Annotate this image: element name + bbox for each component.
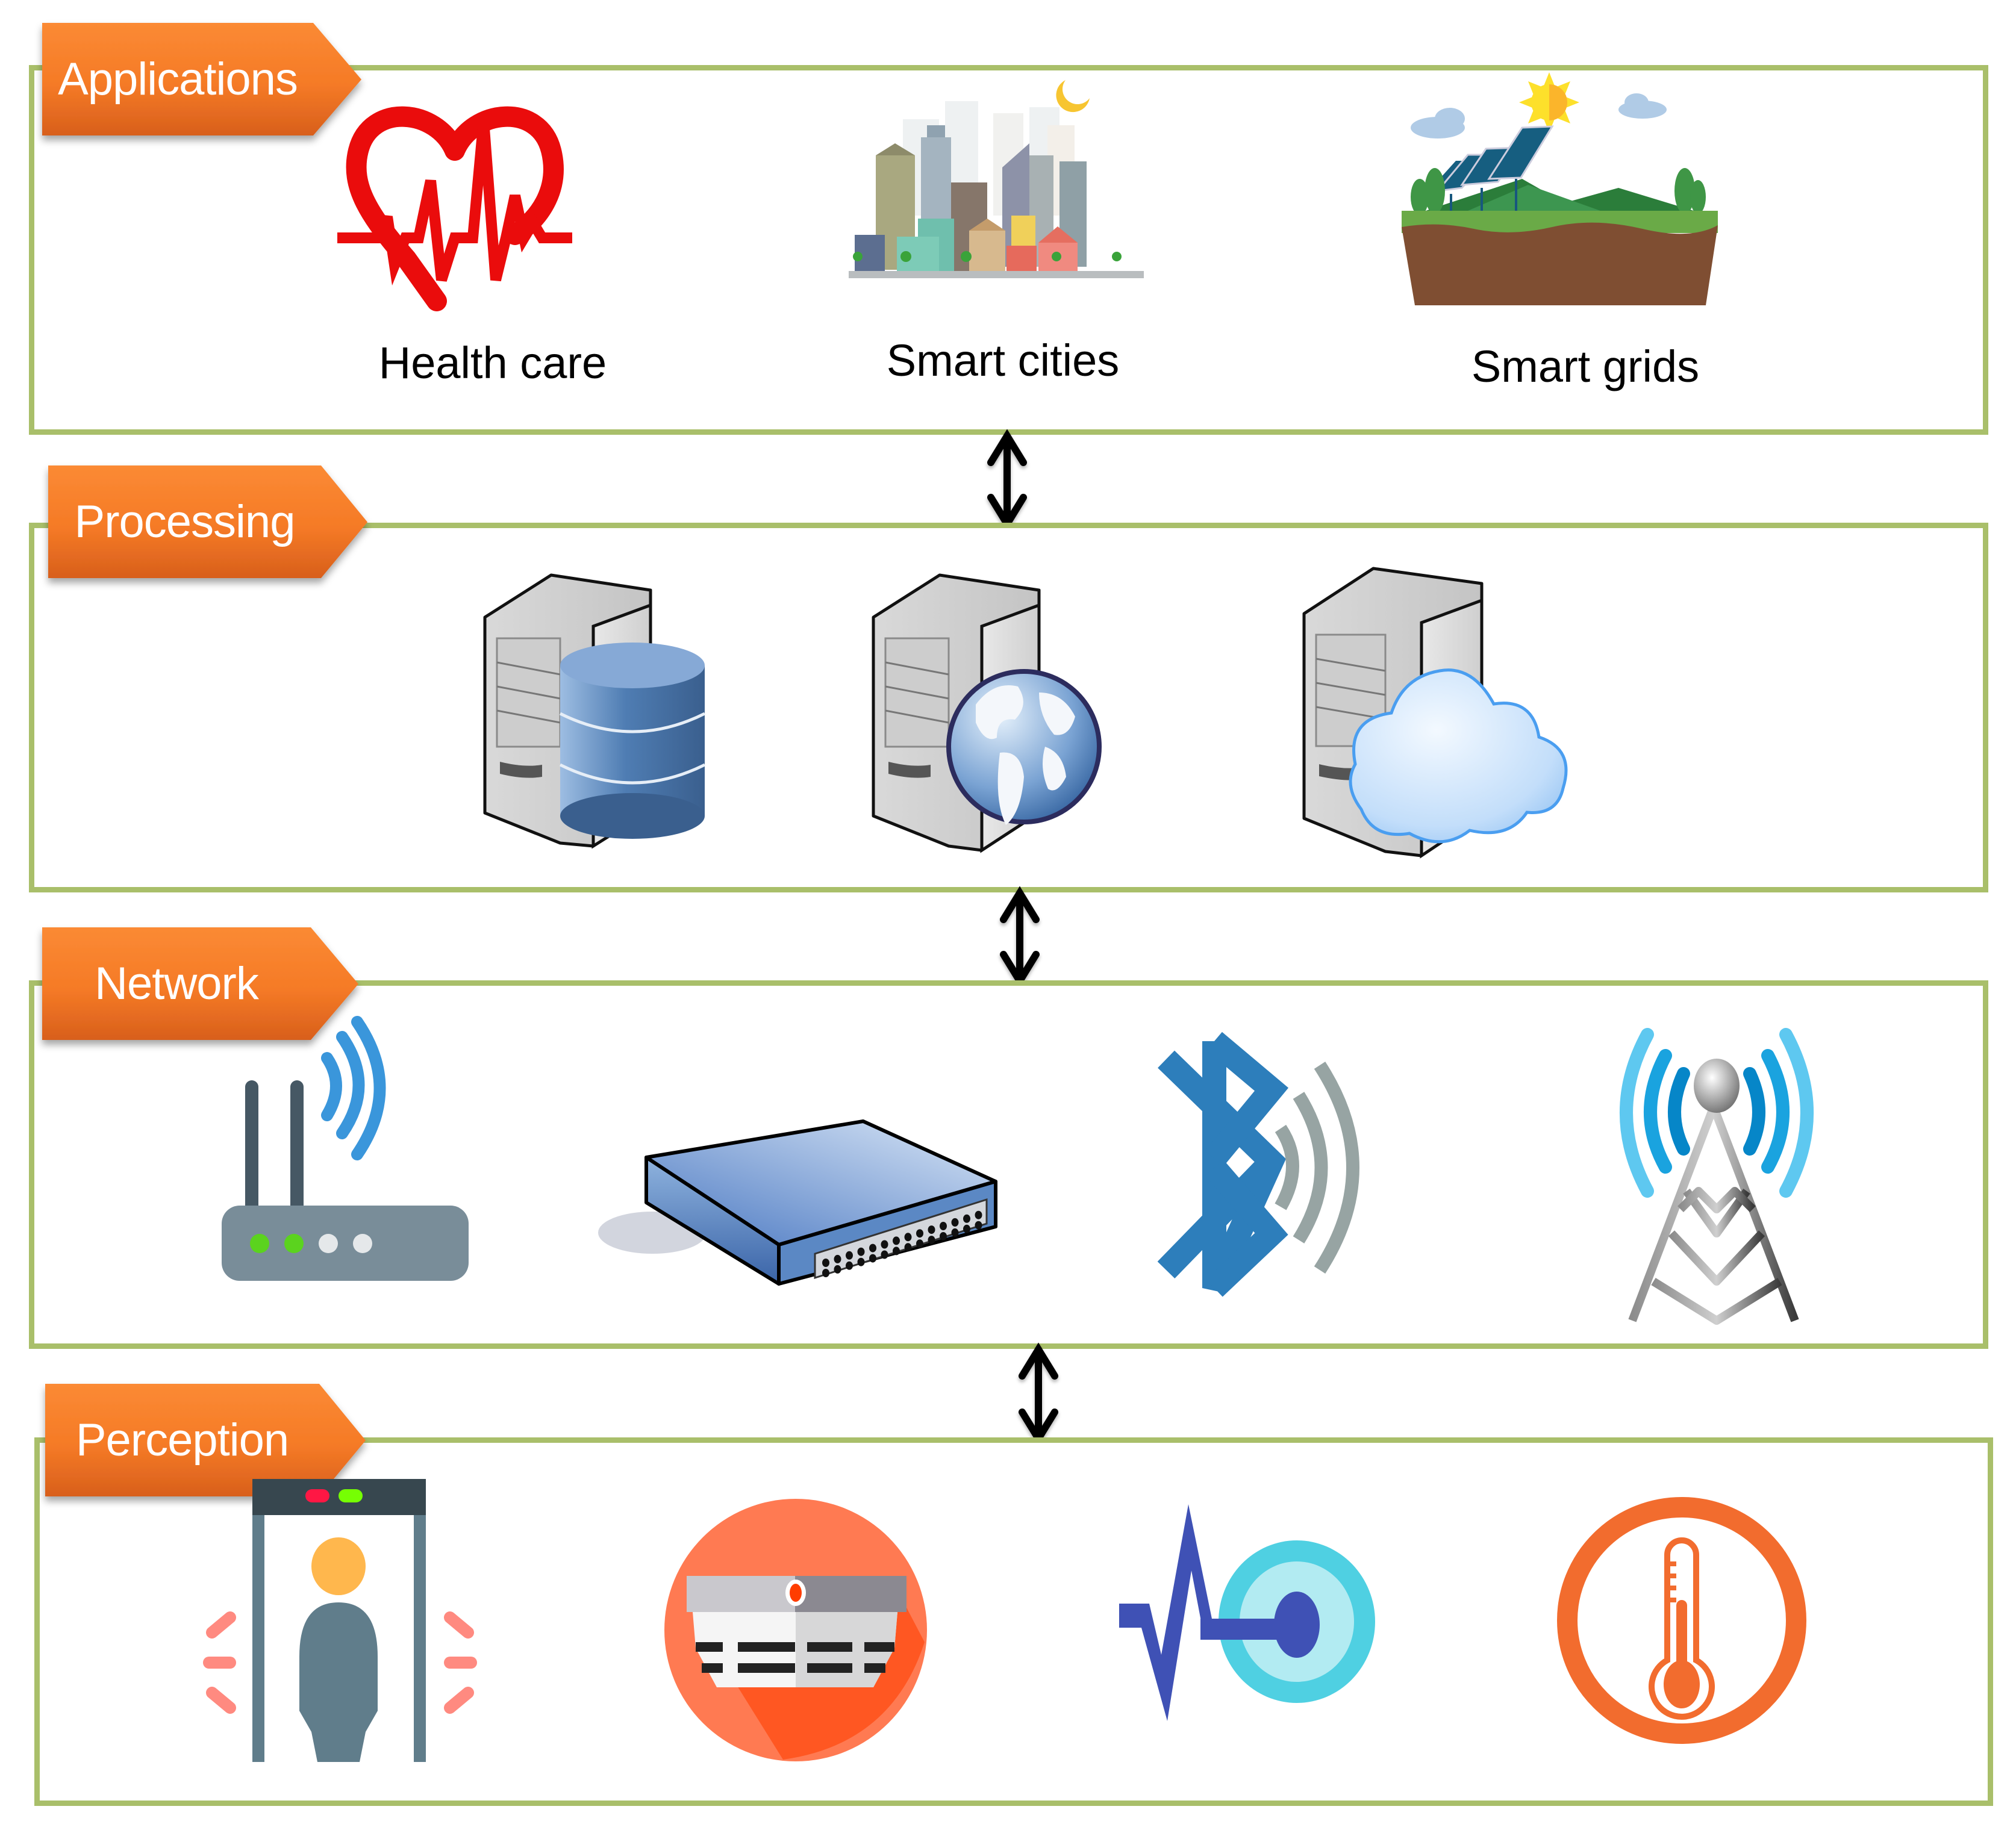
switch-port (940, 1232, 947, 1240)
switch-port (822, 1259, 829, 1267)
smart-cities-caption: Smart cities (886, 335, 1120, 385)
cloud-server-icon (1301, 565, 1602, 859)
switch-port (951, 1218, 959, 1227)
health-care-caption: Health care (378, 338, 607, 388)
connector-arrow-processing-network (999, 886, 1041, 988)
switch-port (846, 1251, 853, 1260)
switch-port (881, 1240, 888, 1249)
switch-port (916, 1239, 923, 1248)
switch-port (893, 1236, 900, 1245)
switch-port (963, 1214, 970, 1223)
switch-port (975, 1221, 982, 1230)
switch-port (975, 1210, 982, 1219)
processing-tag: Processing (48, 465, 367, 578)
smart-city-icon (849, 77, 1144, 291)
metal-detector-icon (203, 1476, 477, 1763)
applications-tag-label: Applications (58, 54, 298, 105)
cell-tower-icon (1614, 1028, 1819, 1327)
switch-port (857, 1247, 865, 1256)
switch-port (834, 1265, 841, 1274)
switch-port (834, 1254, 841, 1263)
switch-port (928, 1225, 935, 1234)
web-server-icon (870, 572, 1102, 853)
connector-arrow-applications-processing (986, 429, 1028, 531)
switch-port (951, 1228, 959, 1237)
switch-port (822, 1269, 829, 1277)
processing-tag-label: Processing (74, 496, 296, 547)
temperature-sensor-icon (1556, 1497, 1808, 1744)
solar-grid-icon (1402, 67, 1718, 308)
smoke-detector-icon (663, 1498, 929, 1763)
switch-port (893, 1247, 900, 1256)
network-switch-icon (598, 1118, 999, 1287)
switch-port (869, 1254, 876, 1263)
applications-tag: Applications (42, 23, 361, 135)
switch-port (904, 1233, 912, 1242)
switch-port (928, 1236, 935, 1245)
switch-port (916, 1229, 923, 1238)
switch-port (940, 1222, 947, 1230)
switch-port (846, 1261, 853, 1270)
vital-sign-sensor-icon (1116, 1504, 1375, 1724)
switch-port (857, 1257, 865, 1266)
switch-port (904, 1243, 912, 1252)
bluetooth-icon (1151, 1032, 1392, 1297)
smart-grids-caption: Smart grids (1471, 341, 1700, 391)
switch-port (881, 1250, 888, 1259)
switch-port (963, 1224, 970, 1233)
wifi-router-icon (219, 1016, 472, 1282)
switch-port (869, 1243, 876, 1253)
connector-arrow-network-perception (1017, 1342, 1059, 1446)
database-server-icon (482, 572, 706, 849)
heartbeat-icon (334, 96, 575, 316)
